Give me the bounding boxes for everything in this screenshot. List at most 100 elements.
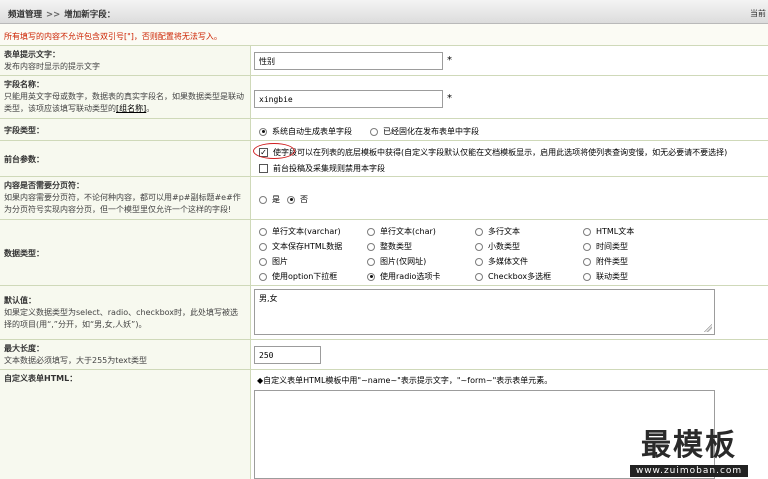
- datatype-option[interactable]: Checkbox多选框: [475, 271, 551, 282]
- paging-desc: 如果内容需要分页符，不论何种内容，都可以用#p#副标题#e#作为分页符号实现内容…: [4, 193, 241, 214]
- radio-unselected[interactable]: [259, 257, 267, 266]
- maxlen-input[interactable]: [254, 346, 321, 364]
- breadcrumb-current: 增加新字段：: [64, 10, 116, 20]
- watermark-url: www.zuimoban.com: [629, 465, 749, 477]
- label-cell: 表单提示文字： 发布内容时显示的提示文字: [0, 46, 251, 75]
- default-desc: 如果定义数据类型为select、radio、checkbox时，此处填写被选择的…: [4, 308, 239, 329]
- prompt-desc: 发布内容时显示的提示文字: [4, 62, 100, 71]
- label-cell: 数据类型：: [0, 220, 251, 285]
- datatype-option[interactable]: 图片(仅网址): [367, 256, 426, 267]
- value-cell: 单行文本(varchar) 单行文本(char) 多行文本 HTML文本 文本保…: [251, 220, 768, 285]
- datatype-title: 数据类型：: [4, 249, 44, 258]
- maxlen-desc: 文本数据必须填写，大于255为text类型: [4, 356, 148, 365]
- fieldtype-option-fixed[interactable]: 已经固化在发布表单中字段: [370, 126, 479, 137]
- datatype-option[interactable]: 联动类型: [583, 271, 628, 282]
- paging-title: 内容是否需要分页符：: [4, 181, 84, 190]
- radio-unselected[interactable]: [259, 195, 267, 204]
- radio-unselected[interactable]: [475, 257, 483, 266]
- current-link[interactable]: 当前: [750, 8, 766, 19]
- datatype-option[interactable]: 使用option下拉框: [259, 271, 337, 282]
- default-textarea[interactable]: 男,女: [254, 289, 715, 335]
- row-data-type: 数据类型： 单行文本(varchar) 单行文本(char) 多行文本 HTML…: [0, 220, 768, 286]
- datatype-option[interactable]: 多行文本: [475, 226, 520, 237]
- option-label: 单行文本(char): [380, 227, 436, 236]
- checkbox-unchecked[interactable]: [259, 164, 268, 173]
- datatype-option[interactable]: 附件类型: [583, 256, 628, 267]
- option-label: 联动类型: [596, 272, 628, 281]
- highlight-circle: [253, 143, 295, 159]
- fieldname-desc-wrap: 只能用英文字母或数字，数据表的真实字段名，如果数据类型是联动类型，该项应该填写联…: [4, 91, 246, 115]
- fieldname-desc-end: 。: [146, 104, 155, 113]
- group-name-link[interactable]: [组名称]: [116, 104, 146, 113]
- option-label: 否: [300, 195, 308, 204]
- radio-unselected[interactable]: [583, 272, 591, 281]
- option-label: 单行文本(varchar): [272, 227, 341, 236]
- radio-unselected[interactable]: [370, 127, 378, 136]
- customhtml-hint: ◆自定义表单HTML模板中用"~name~"表示提示文字，"~form~"表示表…: [257, 376, 553, 385]
- row-field-name: 字段名称： 只能用英文字母或数字，数据表的真实字段名，如果数据类型是联动类型，该…: [0, 76, 768, 119]
- fieldname-input[interactable]: [254, 90, 443, 108]
- radio-unselected[interactable]: [259, 242, 267, 251]
- datatype-option[interactable]: 文本保存HTML数据: [259, 241, 342, 252]
- datatype-option[interactable]: 单行文本(varchar): [259, 226, 341, 237]
- datatype-option[interactable]: 图片: [259, 256, 288, 267]
- radio-unselected[interactable]: [259, 272, 267, 281]
- prompt-input[interactable]: [254, 52, 443, 70]
- option-label: 文本保存HTML数据: [272, 242, 343, 251]
- notice-text: 所有填写的内容不允许包含双引号["]，否则配置将无法写入。: [4, 32, 222, 41]
- radio-selected[interactable]: [367, 272, 375, 281]
- check-label: 使字段可以在列表的底层模板中获得(自定义字段默认仅能在文档模板显示，启用此选项将…: [273, 148, 728, 157]
- front-check-list-template[interactable]: ✓ 使字段可以在列表的底层模板中获得(自定义字段默认仅能在文档模板显示，启用此选项…: [259, 147, 727, 158]
- radio-unselected[interactable]: [259, 227, 267, 236]
- value-cell: 是 否: [251, 177, 768, 219]
- radio-unselected[interactable]: [367, 257, 375, 266]
- datatype-option[interactable]: 小数类型: [475, 241, 520, 252]
- option-label: 多媒体文件: [488, 257, 528, 266]
- watermark-logo: 最模板 www.zuimoban.com: [614, 420, 764, 477]
- radio-unselected[interactable]: [583, 227, 591, 236]
- maxlen-title: 最大长度：: [4, 344, 44, 353]
- radio-unselected[interactable]: [367, 242, 375, 251]
- option-label: 整数类型: [380, 242, 412, 251]
- resize-grip-icon[interactable]: [704, 324, 712, 332]
- value-cell: ✓ 使字段可以在列表的底层模板中获得(自定义字段默认仅能在文档模板显示，启用此选项…: [251, 141, 768, 176]
- paging-option-no[interactable]: 否: [287, 194, 308, 205]
- row-front-params: 前台参数： ✓ 使字段可以在列表的底层模板中获得(自定义字段默认仅能在文档模板显示…: [0, 141, 768, 177]
- radio-unselected[interactable]: [475, 272, 483, 281]
- default-value-text: 男,女: [259, 294, 278, 303]
- radio-unselected[interactable]: [583, 242, 591, 251]
- required-star: *: [447, 55, 452, 66]
- default-title: 默认值：: [4, 296, 36, 305]
- breadcrumb-separator: >>: [46, 10, 61, 20]
- radio-unselected[interactable]: [475, 227, 483, 236]
- radio-unselected[interactable]: [475, 242, 483, 251]
- paging-option-yes[interactable]: 是: [259, 194, 280, 205]
- front-title: 前台参数：: [4, 155, 44, 164]
- option-label: 已经固化在发布表单中字段: [383, 127, 479, 136]
- required-star: *: [447, 93, 452, 104]
- option-label: Checkbox多选框: [488, 272, 552, 281]
- datatype-option-radio[interactable]: 使用radio选项卡: [367, 271, 440, 282]
- value-cell: 男,女: [251, 286, 768, 339]
- fieldtype-option-auto[interactable]: 系统自动生成表单字段: [259, 126, 352, 137]
- watermark-logo-text: 最模板: [641, 428, 737, 463]
- datatype-option[interactable]: 多媒体文件: [475, 256, 528, 267]
- datatype-option[interactable]: 时间类型: [583, 241, 628, 252]
- datatype-option[interactable]: 单行文本(char): [367, 226, 436, 237]
- radio-unselected[interactable]: [367, 227, 375, 236]
- radio-selected[interactable]: [259, 127, 267, 136]
- option-label: 小数类型: [488, 242, 520, 251]
- label-cell: 最大长度： 文本数据必须填写，大于255为text类型: [0, 340, 251, 369]
- breadcrumb-root[interactable]: 频道管理: [8, 10, 42, 20]
- datatype-option[interactable]: HTML文本: [583, 226, 634, 237]
- front-check-disable-submit[interactable]: 前台投稿及采集规则禁用本字段: [259, 163, 385, 174]
- radio-unselected[interactable]: [583, 257, 591, 266]
- datatype-option[interactable]: 整数类型: [367, 241, 412, 252]
- row-max-length: 最大长度： 文本数据必须填写，大于255为text类型: [0, 340, 768, 370]
- label-cell: 字段类型：: [0, 119, 251, 140]
- check-label: 前台投稿及采集规则禁用本字段: [273, 164, 385, 173]
- radio-selected[interactable]: [287, 195, 295, 204]
- value-cell: *: [251, 46, 768, 75]
- option-label: 多行文本: [488, 227, 520, 236]
- label-cell: 内容是否需要分页符： 如果内容需要分页符，不论何种内容，都可以用#p#副标题#e…: [0, 177, 251, 219]
